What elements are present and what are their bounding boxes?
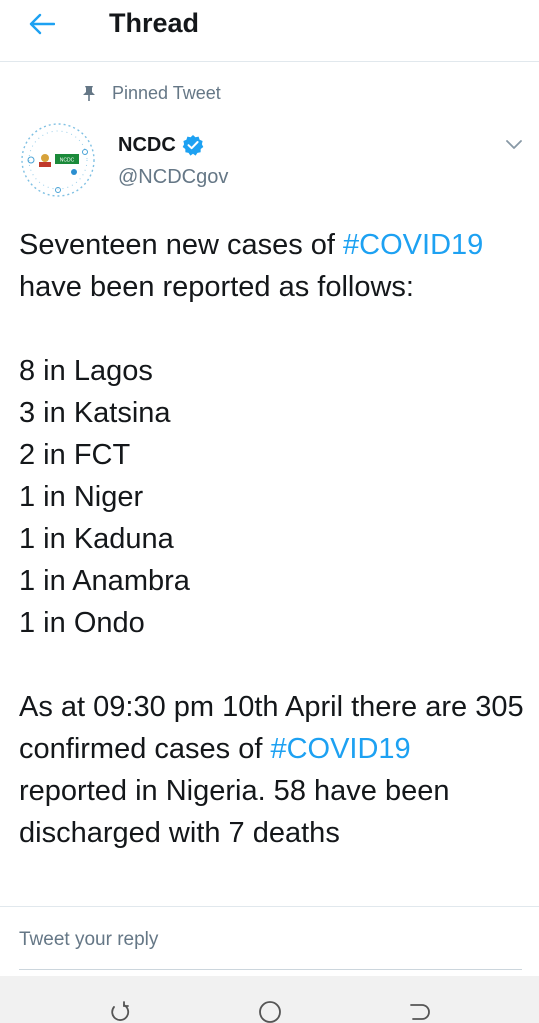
ncdc-logo: NCDC [21,123,95,197]
home-circle-icon [259,1001,281,1023]
avatar-text: NCDC [60,158,75,164]
case-line: 1 in Ondo [19,607,145,639]
hashtag-link[interactable]: #COVID19 [343,229,483,261]
back-icon [410,1004,430,1020]
author-name-row[interactable]: NCDC [118,131,204,159]
back-button[interactable] [22,6,62,42]
pin-icon [80,84,98,102]
author-handle[interactable]: @NCDCgov [118,166,228,189]
case-line: 2 in FCT [19,439,131,471]
avatar[interactable]: NCDC [18,120,98,200]
case-line: 1 in Niger [19,481,144,513]
chevron-down-icon [506,140,522,149]
reply-input[interactable]: Tweet your reply [19,929,158,951]
pinned-tweet-label: Pinned Tweet [80,81,221,105]
arrow-left-icon [29,13,55,35]
case-line: 8 in Lagos [19,355,153,387]
hashtag-link[interactable]: #COVID19 [270,733,410,765]
tweet-intro: Seventeen new cases of #COVID19 have bee… [19,224,524,308]
reply-underline [19,969,522,970]
verified-badge-icon [182,134,204,156]
case-line: 3 in Katsina [19,397,171,429]
top-bar: Thread [0,0,539,62]
tweet-summary-suffix: reported in Nigeria. 58 have been discha… [19,775,450,849]
system-nav-bar [0,976,539,1023]
tweet-summary: As at 09:30 pm 10th April there are 305 … [19,686,524,854]
tweet-intro-suffix: have been reported as follows: [19,271,414,303]
pinned-text: Pinned Tweet [112,82,221,103]
case-line: 1 in Anambra [19,565,190,597]
recent-apps-button[interactable] [106,998,134,1023]
tweet-text: Seventeen new cases of #COVID19 have bee… [19,224,524,906]
reply-bar: Tweet your reply [0,906,539,976]
system-back-button[interactable] [405,998,433,1023]
tweet-options-button[interactable] [504,134,524,154]
page-title: Thread [109,8,200,38]
case-line: 1 in Kaduna [19,523,174,555]
author-name[interactable]: NCDC [118,134,176,157]
home-button[interactable] [256,998,284,1023]
tweet-intro-prefix: Seventeen new cases of [19,229,344,261]
recent-apps-icon [111,1001,130,1021]
